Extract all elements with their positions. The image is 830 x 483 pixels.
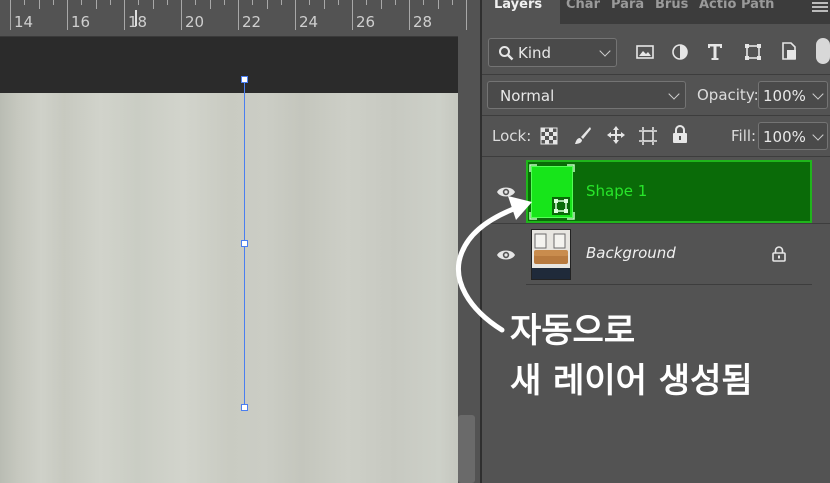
annotation-line-2: 새 레이어 생성됨 <box>510 361 753 401</box>
fill-input[interactable]: 100% <box>758 122 828 150</box>
lock-position-icon[interactable] <box>606 125 626 145</box>
ruler-tick <box>423 0 425 5</box>
tab-actions[interactable]: Actio <box>699 0 739 24</box>
opacity-label: Opacity: <box>697 86 759 104</box>
chevron-down-icon <box>599 45 611 57</box>
ruler-tick <box>280 0 282 5</box>
ruler-label: 20 <box>185 13 205 31</box>
layer-name[interactable]: Background <box>586 244 676 262</box>
layer-name[interactable]: Shape 1 <box>586 182 647 200</box>
ruler-tick <box>181 0 182 30</box>
divider <box>482 74 830 75</box>
ruler-tick <box>81 0 83 5</box>
tab-character[interactable]: Char <box>566 0 606 24</box>
ruler-tick <box>24 0 26 5</box>
tab-paths[interactable]: Path <box>741 0 786 24</box>
divider <box>482 115 830 116</box>
smart-object-filter-icon[interactable] <box>780 42 798 61</box>
ruler-tick <box>223 0 225 5</box>
ruler-cursor-marker <box>135 10 137 26</box>
ruler-tick <box>266 0 268 9</box>
lock-transparent-pixels-icon[interactable] <box>540 127 558 145</box>
canvas-image[interactable] <box>0 93 458 483</box>
tab-paragraph[interactable]: Para <box>611 0 651 24</box>
horizontal-ruler: 14 16 18 20 22 24 26 28 <box>0 0 467 37</box>
lock-image-pixels-icon[interactable] <box>574 126 592 146</box>
shape-layer-badge-icon <box>552 197 570 215</box>
ruler-tick <box>238 0 239 30</box>
lock-label: Lock: <box>492 127 532 145</box>
pasteboard <box>0 37 458 93</box>
ruler-tick <box>451 0 453 5</box>
adjustment-filter-icon[interactable] <box>671 43 689 61</box>
ruler-label: 28 <box>413 13 433 31</box>
anchor-point-top[interactable] <box>241 76 248 83</box>
pixel-filter-icon[interactable] <box>636 43 654 61</box>
layer-row-shape-1[interactable]: Shape 1 <box>526 160 812 223</box>
ruler-tick <box>195 0 197 5</box>
annotation-text: 자동으로 새 레이어 생성됨 <box>510 306 753 406</box>
ruler-tick <box>366 0 368 5</box>
ruler-tick <box>337 0 339 5</box>
ruler-tick <box>152 0 154 9</box>
ruler-tick <box>138 0 140 5</box>
ruler-tick <box>352 0 353 30</box>
scrollbar-thumb[interactable] <box>458 415 475 483</box>
filter-toggle-switch[interactable] <box>816 38 830 64</box>
opacity-input[interactable]: 100% <box>758 81 828 109</box>
ruler-tick <box>209 0 211 9</box>
ruler-label: 16 <box>71 13 91 31</box>
ruler-tick <box>67 0 68 30</box>
tab-layers[interactable]: Layers <box>482 0 560 24</box>
tab-brushes[interactable]: Brus <box>655 0 695 24</box>
fill-label: Fill: <box>731 127 757 145</box>
filter-kind-select[interactable]: Kind <box>488 38 617 67</box>
ruler-tick <box>10 0 11 30</box>
chevron-down-icon <box>812 129 824 141</box>
search-icon <box>499 46 514 61</box>
ruler-tick <box>466 0 467 30</box>
filter-kind-label: Kind <box>518 44 552 62</box>
ruler-tick <box>95 0 97 9</box>
ruler-label: 22 <box>242 13 262 31</box>
layer-row-background[interactable]: Background <box>526 224 812 285</box>
ruler-tick <box>166 0 168 5</box>
ruler-tick <box>52 0 54 5</box>
panel-tab-bar: Layers Char Para Brus Actio Path <box>482 0 830 24</box>
lock-artboard-icon[interactable] <box>638 126 658 146</box>
ruler-tick <box>309 0 311 5</box>
chevron-down-icon <box>668 88 680 100</box>
ruler-tick <box>295 0 296 30</box>
ruler-tick <box>380 0 382 9</box>
ruler-label: 26 <box>356 13 376 31</box>
type-filter-icon[interactable] <box>706 42 724 61</box>
divider <box>482 156 830 157</box>
ruler-label: 18 <box>128 13 148 31</box>
ruler-tick <box>252 0 254 5</box>
ruler-tick <box>38 0 40 9</box>
ruler-tick <box>124 0 125 30</box>
ruler-tick <box>437 0 439 9</box>
blend-mode-select[interactable]: Normal <box>487 81 686 109</box>
annotation-line-1: 자동으로 <box>510 311 636 351</box>
ruler-tick <box>394 0 396 5</box>
ruler-tick <box>409 0 410 30</box>
ruler-tick <box>109 0 111 5</box>
panel-menu-icon[interactable] <box>812 0 828 12</box>
fill-value: 100% <box>763 128 806 146</box>
layer-lock-icon[interactable] <box>772 246 786 262</box>
ruler-label: 24 <box>299 13 319 31</box>
blend-mode-value: Normal <box>500 87 555 105</box>
anchor-point-bottom[interactable] <box>241 404 248 411</box>
ruler-label: 14 <box>14 13 34 31</box>
chevron-down-icon <box>812 88 824 100</box>
anchor-point-middle[interactable] <box>241 240 248 247</box>
lock-all-icon[interactable] <box>672 125 688 144</box>
shape-filter-icon[interactable] <box>744 43 762 61</box>
ruler-tick <box>323 0 325 9</box>
opacity-value: 100% <box>763 87 806 105</box>
